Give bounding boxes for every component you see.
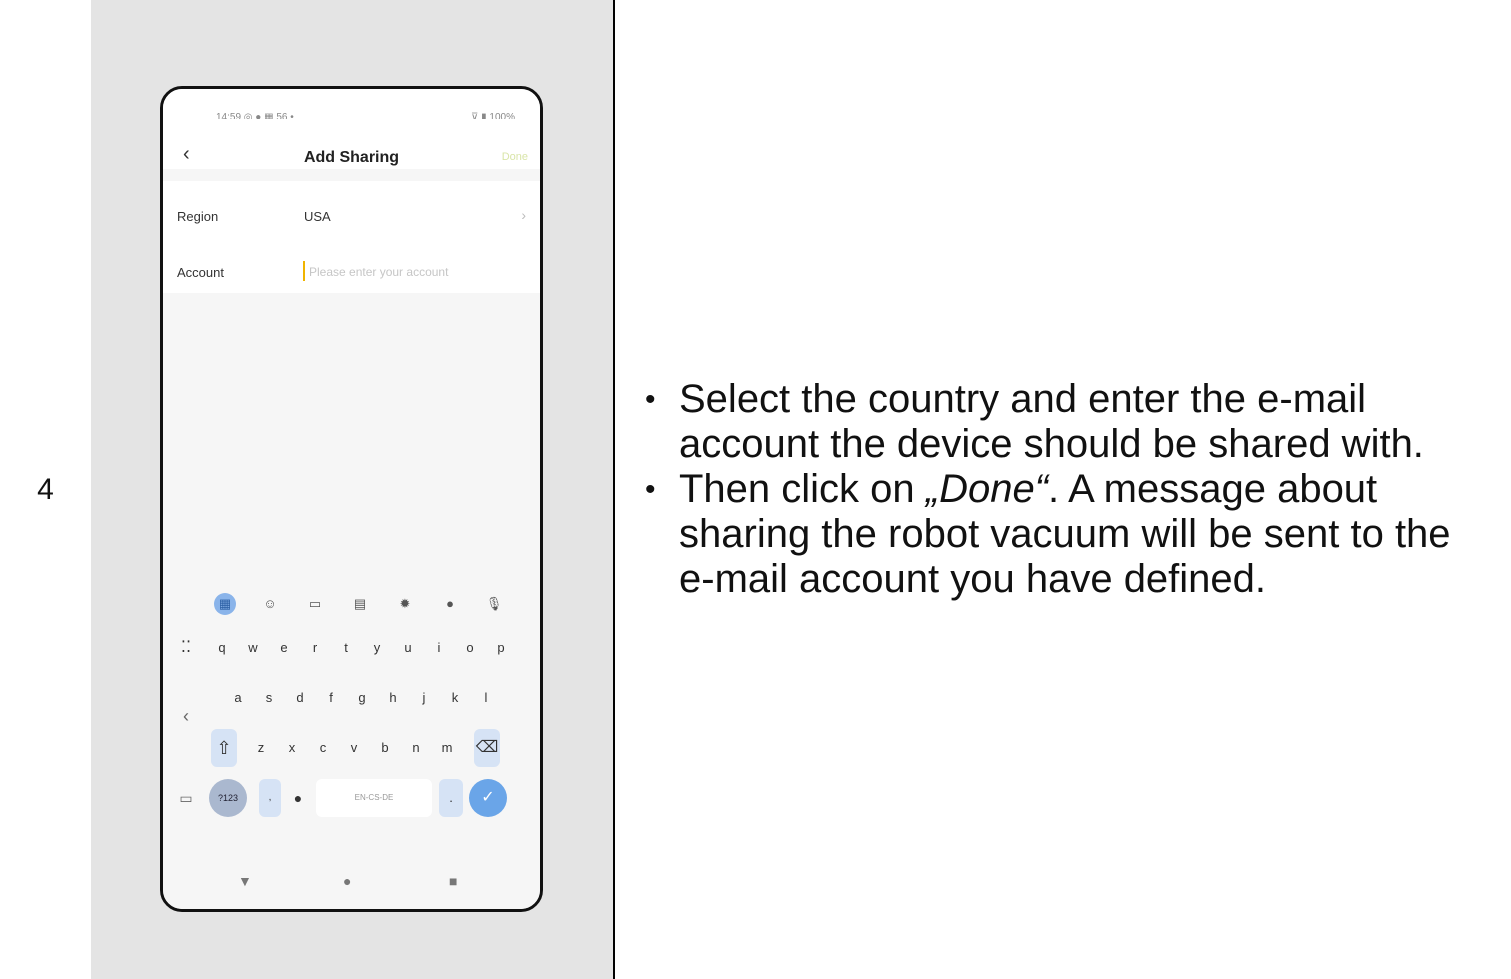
account-label: Account bbox=[177, 265, 224, 280]
key-l[interactable]: l bbox=[473, 679, 499, 717]
gif-icon[interactable]: ▭ bbox=[304, 593, 326, 615]
key-e[interactable]: e bbox=[271, 629, 297, 667]
account-row[interactable]: Account Please enter your account bbox=[163, 237, 540, 293]
instruction-item: • Select the country and enter the e-mai… bbox=[637, 377, 1497, 467]
comma-key[interactable]: , bbox=[259, 779, 281, 817]
instruction-item: • Then click on „Done“. A message about … bbox=[637, 467, 1497, 602]
chevron-left-icon[interactable]: ‹ bbox=[173, 697, 199, 735]
key-y[interactable]: y bbox=[364, 629, 390, 667]
phone-screenshot: 14:59 ◎ ● ▦ 56 • ⊽ ▮ 100% ‹ Add Sharing … bbox=[160, 86, 543, 912]
key-h[interactable]: h bbox=[380, 679, 406, 717]
system-nav-bar: ▼ ● ■ bbox=[163, 859, 540, 909]
key-k[interactable]: k bbox=[442, 679, 468, 717]
chevron-right-icon: › bbox=[521, 207, 526, 223]
home-nav-icon[interactable]: ● bbox=[343, 873, 351, 889]
account-input[interactable]: Please enter your account bbox=[309, 265, 448, 279]
region-row[interactable]: Region USA › bbox=[163, 181, 540, 237]
region-label: Region bbox=[177, 209, 219, 224]
key-t[interactable]: t bbox=[333, 629, 359, 667]
region-value: USA bbox=[304, 209, 331, 224]
done-button[interactable]: Done bbox=[502, 151, 528, 163]
key-a[interactable]: a bbox=[225, 679, 251, 717]
enter-key[interactable]: ✓ bbox=[469, 779, 507, 817]
keyboard-grid-icon[interactable]: ⁚⁚ bbox=[173, 629, 199, 667]
key-z[interactable]: z bbox=[248, 729, 274, 767]
globe-icon[interactable]: ● bbox=[285, 779, 311, 817]
key-b[interactable]: b bbox=[372, 729, 398, 767]
instruction-text-start: Then click on bbox=[679, 467, 926, 511]
key-x[interactable]: x bbox=[279, 729, 305, 767]
key-r[interactable]: r bbox=[302, 629, 328, 667]
keyboard-toolbar: ▦ ☺ ▭ ▤ ✹ ● 🎙 bbox=[163, 587, 540, 617]
recents-nav-icon[interactable]: ■ bbox=[449, 873, 457, 889]
on-screen-keyboard: ▦ ☺ ▭ ▤ ✹ ● 🎙 ⁚⁚ qwertyuiop asdfghjkl ‹ … bbox=[163, 579, 540, 849]
key-d[interactable]: d bbox=[287, 679, 313, 717]
key-u[interactable]: u bbox=[395, 629, 421, 667]
sticker-icon[interactable]: ☺ bbox=[259, 593, 281, 615]
step-number: 4 bbox=[0, 0, 92, 979]
symbols-key[interactable]: ?123 bbox=[209, 779, 247, 817]
period-key[interactable]: . bbox=[439, 779, 463, 817]
key-c[interactable]: c bbox=[310, 729, 336, 767]
key-i[interactable]: i bbox=[426, 629, 452, 667]
key-v[interactable]: v bbox=[341, 729, 367, 767]
key-m[interactable]: m bbox=[434, 729, 460, 767]
bullet-icon: • bbox=[645, 473, 656, 506]
sharing-form: Region USA › Account Please enter your a… bbox=[163, 181, 540, 293]
app-bar: ‹ Add Sharing Done bbox=[163, 119, 540, 169]
bullet-icon: • bbox=[645, 383, 656, 416]
apps-grid-icon[interactable]: ▦ bbox=[214, 593, 236, 615]
backspace-key[interactable]: ⌫ bbox=[474, 729, 500, 767]
instruction-text: Select the country and enter the e-mail … bbox=[679, 377, 1424, 466]
instruction-list: • Select the country and enter the e-mai… bbox=[637, 377, 1497, 602]
microphone-icon[interactable]: 🎙 bbox=[483, 593, 505, 615]
clipboard-icon[interactable]: ▤ bbox=[349, 593, 371, 615]
key-q[interactable]: q bbox=[209, 629, 235, 667]
settings-icon[interactable]: ✹ bbox=[394, 593, 416, 615]
key-o[interactable]: o bbox=[457, 629, 483, 667]
key-n[interactable]: n bbox=[403, 729, 429, 767]
space-bar[interactable]: EN-CS-DE bbox=[316, 779, 432, 817]
instruction-column: • Select the country and enter the e-mai… bbox=[615, 0, 1509, 979]
key-j[interactable]: j bbox=[411, 679, 437, 717]
key-g[interactable]: g bbox=[349, 679, 375, 717]
key-w[interactable]: w bbox=[240, 629, 266, 667]
text-cursor bbox=[303, 261, 305, 281]
status-bar: 14:59 ◎ ● ▦ 56 • ⊽ ▮ 100% bbox=[163, 89, 540, 123]
layout-toggle-icon[interactable]: ▭ bbox=[173, 779, 199, 817]
key-f[interactable]: f bbox=[318, 679, 344, 717]
shift-key[interactable]: ⇧ bbox=[211, 729, 237, 767]
back-nav-icon[interactable]: ▼ bbox=[238, 873, 252, 889]
key-p[interactable]: p bbox=[488, 629, 514, 667]
done-reference: „Done“ bbox=[925, 467, 1049, 511]
palette-icon[interactable]: ● bbox=[439, 593, 461, 615]
key-s[interactable]: s bbox=[256, 679, 282, 717]
page-title: Add Sharing bbox=[303, 149, 400, 166]
